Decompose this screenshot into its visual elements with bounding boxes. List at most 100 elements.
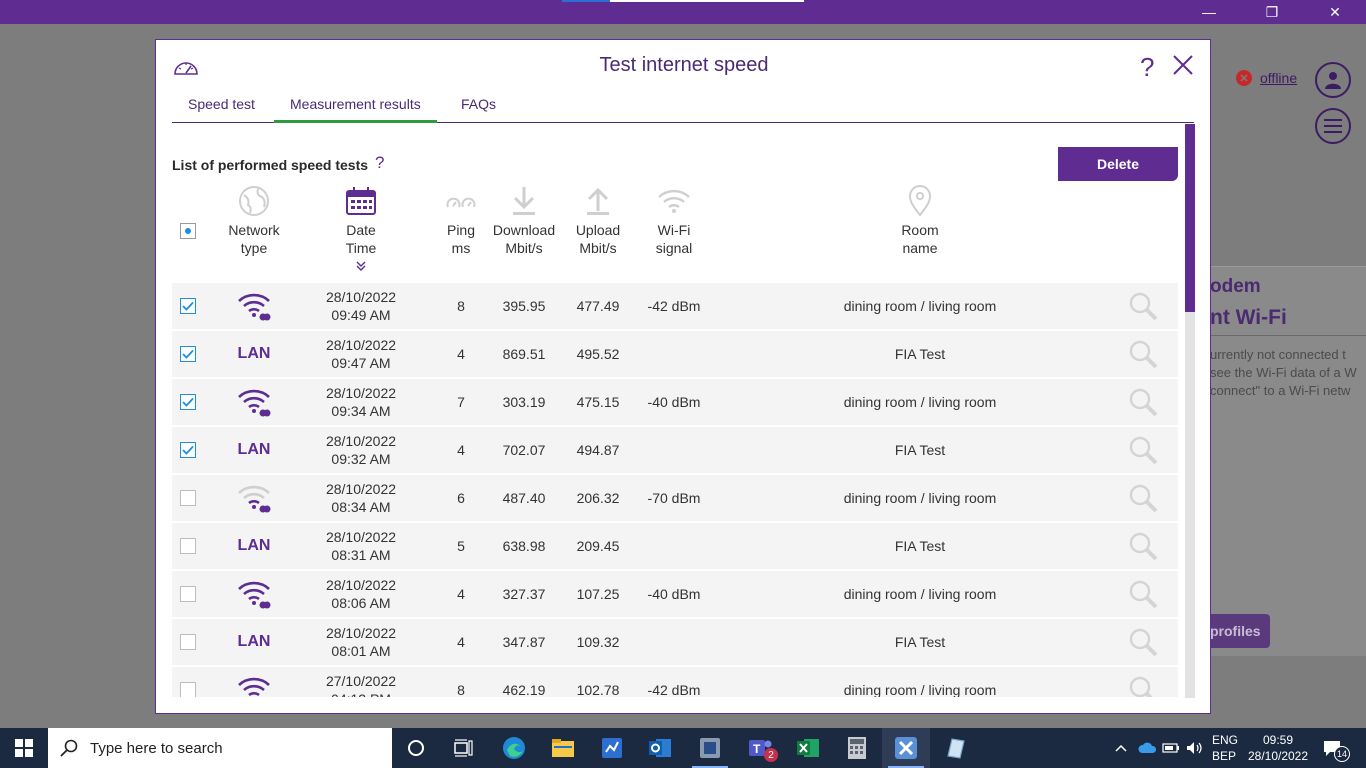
column-date-time[interactable]: Date Time: [328, 181, 394, 275]
offline-status[interactable]: ✕ offline: [1236, 70, 1297, 86]
row-checkbox[interactable]: [180, 298, 196, 314]
speedtest-app-icon[interactable]: [882, 728, 930, 768]
notes-app-icon[interactable]: [686, 728, 734, 768]
details-magnifier-icon[interactable]: [1128, 619, 1158, 665]
details-magnifier-icon[interactable]: [1128, 283, 1158, 329]
offline-link[interactable]: offline: [1260, 70, 1297, 86]
upload-value: 206.32: [576, 490, 620, 506]
wifi-signal-icon: [238, 677, 270, 697]
teams-badge: 2: [764, 748, 778, 762]
details-magnifier-icon[interactable]: [1128, 331, 1158, 377]
minimize-button[interactable]: —: [1186, 0, 1232, 24]
row-checkbox[interactable]: [180, 442, 196, 458]
date-value: 28/10/2022: [325, 577, 397, 593]
close-icon[interactable]: [1170, 52, 1196, 78]
language-indicator[interactable]: ENG BEP: [1212, 728, 1238, 768]
network-type-label: LAN: [237, 345, 271, 362]
table-row[interactable]: 28/10/2022 08:34 AM 6 487.40 206.32 -70 dBm di…: [172, 475, 1178, 521]
column-room-name: Room name: [890, 181, 950, 257]
date-value: 28/10/2022: [325, 529, 397, 545]
globe-icon: [239, 186, 269, 216]
battery-icon[interactable]: [1162, 728, 1180, 768]
ping-value: 4: [457, 442, 465, 458]
table-row[interactable]: LAN 28/10/2022 08:31 AM 5 638.98 209.45 FIA Te…: [172, 523, 1178, 569]
main-menu-button[interactable]: [1315, 108, 1351, 144]
edge-icon[interactable]: [490, 728, 538, 768]
cortana-icon[interactable]: [392, 728, 440, 768]
sort-desc-icon[interactable]: [355, 261, 367, 271]
date-value: 27/10/2022: [325, 673, 397, 689]
close-window-button[interactable]: ✕: [1312, 0, 1358, 24]
details-magnifier-icon[interactable]: [1128, 571, 1158, 617]
signal-value: -42 dBm: [647, 298, 701, 314]
details-magnifier-icon[interactable]: [1128, 379, 1158, 425]
network-app-icon[interactable]: [588, 728, 636, 768]
details-magnifier-icon[interactable]: [1128, 667, 1158, 697]
signal-value: [638, 427, 710, 473]
onedrive-icon[interactable]: [1138, 728, 1156, 768]
row-checkbox[interactable]: [180, 538, 196, 554]
ping-value: 4: [457, 346, 465, 362]
help-icon[interactable]: ?: [1140, 52, 1154, 83]
details-magnifier-icon[interactable]: [1128, 475, 1158, 521]
volume-icon[interactable]: [1186, 728, 1204, 768]
network-type-cell: [222, 475, 286, 521]
select-all-checkbox[interactable]: [180, 223, 196, 239]
network-type-cell: LAN: [222, 619, 286, 665]
signal-value: -40 dBm: [647, 586, 701, 602]
datetime-cell: 27/10/202204:12 PM: [298, 667, 424, 697]
tab-faqs[interactable]: FAQs: [445, 96, 512, 123]
table-row[interactable]: 28/10/2022 09:49 AM 8 395.95 477.49 -42 dBm di…: [172, 283, 1178, 329]
language-code: ENG: [1212, 733, 1239, 747]
row-checkbox[interactable]: [180, 394, 196, 410]
row-checkbox[interactable]: [180, 634, 196, 650]
user-account-button[interactable]: [1315, 62, 1351, 98]
upload-value: 107.25: [576, 586, 620, 602]
notification-center[interactable]: 14: [1322, 728, 1358, 768]
calculator-icon[interactable]: [833, 728, 881, 768]
restore-button[interactable]: ❐: [1249, 0, 1295, 24]
bg-profiles-button[interactable]: profiles: [1210, 614, 1270, 648]
table-row[interactable]: LAN 28/10/2022 09:32 AM 4 702.07 494.87 FIA Te…: [172, 427, 1178, 473]
download-value: 462.19: [502, 682, 546, 697]
task-view-icon[interactable]: [440, 728, 488, 768]
download-value: 303.19: [502, 394, 546, 410]
file-explorer-icon[interactable]: [539, 728, 587, 768]
wifi-signal-icon: [238, 389, 271, 417]
network-type-cell: [222, 283, 286, 329]
tab-speed-test[interactable]: Speed test: [172, 96, 271, 123]
details-magnifier-icon[interactable]: [1128, 523, 1158, 569]
table-row[interactable]: LAN 28/10/2022 09:47 AM 4 869.51 495.52 FIA Te…: [172, 331, 1178, 377]
upload-value: 494.87: [576, 442, 620, 458]
column-network-type: Network type: [222, 181, 286, 257]
generic-app-icon[interactable]: [931, 728, 979, 768]
table-row[interactable]: 28/10/2022 09:34 AM 7 303.19 475.15 -40 dBm di…: [172, 379, 1178, 425]
download-value: 327.37: [502, 586, 546, 602]
room-value: FIA Test: [894, 538, 946, 554]
details-magnifier-icon[interactable]: [1128, 427, 1158, 473]
clock[interactable]: 09:59 28/10/2022: [1248, 728, 1308, 768]
list-help-icon[interactable]: ?: [375, 153, 384, 173]
time-value: 09:49 AM: [331, 307, 391, 323]
taskbar-search[interactable]: Type here to search: [48, 728, 392, 768]
bg-divider: [1210, 335, 1366, 336]
outlook-icon[interactable]: [636, 728, 684, 768]
teams-icon[interactable]: T 2: [736, 728, 784, 768]
table-row[interactable]: 27/10/202204:12 PM 8 462.19 102.78 -42 dBm di…: [172, 667, 1178, 697]
row-checkbox[interactable]: [180, 682, 196, 697]
table-row[interactable]: 28/10/2022 08:06 AM 4 327.37 107.25 -40 dBm di…: [172, 571, 1178, 617]
room-value: dining room / living room: [843, 490, 997, 506]
row-checkbox[interactable]: [180, 346, 196, 362]
start-button[interactable]: [0, 728, 48, 768]
table-row[interactable]: LAN 28/10/2022 08:01 AM 4 347.87 109.32 FIA Te…: [172, 619, 1178, 665]
row-checkbox[interactable]: [180, 586, 196, 602]
upload-value: 477.49: [576, 298, 620, 314]
show-hidden-icons[interactable]: [1114, 728, 1128, 768]
wifi-signal-icon: [238, 581, 271, 609]
delete-button[interactable]: Delete: [1058, 147, 1178, 181]
row-checkbox[interactable]: [180, 490, 196, 506]
upload-value: 102.78: [576, 682, 620, 697]
network-type-cell: LAN: [222, 331, 286, 377]
excel-icon[interactable]: [784, 728, 832, 768]
tab-measurement-results[interactable]: Measurement results: [274, 96, 437, 123]
